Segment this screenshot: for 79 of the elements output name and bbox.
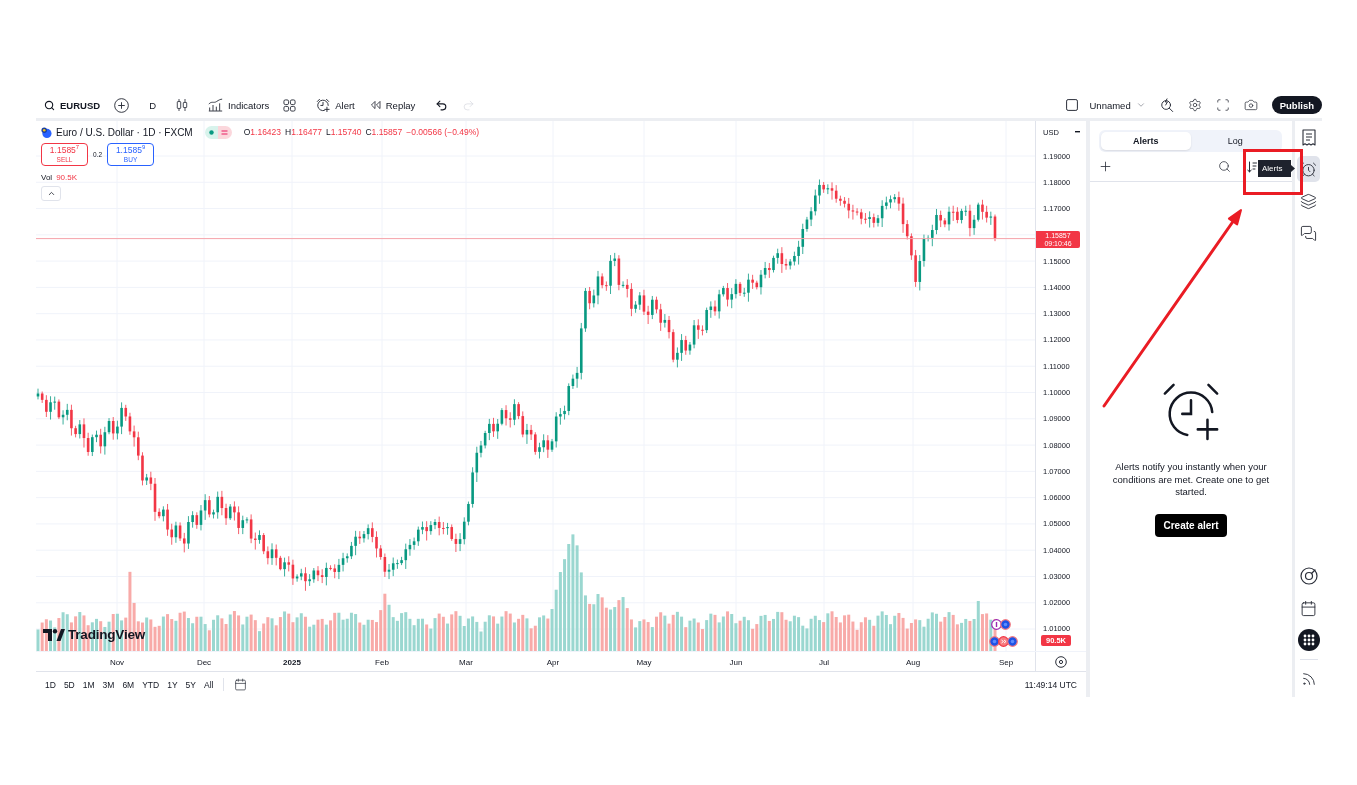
sort-icon [1247, 160, 1257, 173]
time-label: Jun [729, 657, 743, 666]
scale-settings-button[interactable] [1054, 654, 1068, 669]
time-label: Dec [196, 657, 212, 666]
range-button[interactable]: 1Y [165, 677, 180, 692]
chat-bubbles-icon [1300, 224, 1317, 242]
candlesticks-icon [176, 98, 188, 112]
alarm-clock-icon [1300, 160, 1317, 178]
range-button[interactable]: 1M [80, 677, 97, 692]
time-label: May [636, 657, 652, 666]
range-button[interactable]: 5D [61, 677, 77, 692]
symbol-search-button[interactable]: EURUSD [40, 94, 105, 116]
range-button[interactable]: 5Y [183, 677, 198, 692]
tooltip: Alerts [1258, 160, 1295, 177]
alert-button[interactable]: Alert [312, 94, 359, 116]
search-bolt-icon [1159, 98, 1174, 112]
grid-icon [283, 98, 297, 112]
time-label: Nov [109, 657, 125, 666]
products-button[interactable] [1297, 627, 1320, 653]
ohlc-reading: H1.16477 [285, 127, 322, 137]
bar-chart-icon [208, 98, 223, 112]
time-label: Apr [546, 657, 560, 666]
target-icon [1055, 655, 1067, 668]
calendar-icon [1300, 599, 1317, 617]
ohlc-reading: O1.16423 [243, 127, 282, 137]
replay-button[interactable]: Replay [364, 94, 420, 116]
layout-name-button[interactable]: Unnamed [1062, 94, 1150, 116]
indicators-button[interactable]: Indicators [204, 94, 274, 116]
panel-tab[interactable]: Alerts [1101, 132, 1191, 150]
panel-tab[interactable]: Log [1190, 132, 1280, 150]
time-label: Sep [998, 657, 1014, 666]
search-button[interactable] [1217, 159, 1232, 174]
rewind-icon [368, 100, 381, 110]
highlight-frame [1243, 149, 1303, 195]
empty-state-message: Alerts notify you instantly when your conditions are met. Create one to get started. [1111, 461, 1271, 499]
interval-button[interactable]: D [145, 94, 160, 116]
minus-icon [1075, 131, 1080, 133]
camera-icon [1243, 98, 1258, 112]
calendar-icon [234, 678, 248, 691]
layers-icon [1300, 192, 1317, 210]
fullscreen-icon [1215, 98, 1230, 112]
event-marker-icon [1007, 636, 1018, 647]
event-marker-icon [1000, 619, 1011, 630]
list-document-icon [1300, 128, 1317, 146]
time-label: Feb [375, 657, 389, 666]
sort-button[interactable] [1246, 159, 1258, 174]
range-button[interactable]: 1D [43, 677, 58, 692]
symbol-logo-icon [41, 126, 52, 138]
range-button[interactable]: 3M [100, 677, 117, 692]
range-button[interactable]: YTD [140, 677, 162, 692]
ohlc-reading: L1.15740 [325, 127, 362, 137]
search-icon [44, 99, 55, 111]
plus-icon [1098, 159, 1113, 174]
clock-text: 11:49:14 UTC [1024, 679, 1077, 690]
chevron-up-icon [46, 189, 56, 198]
range-button[interactable]: 6M [120, 677, 137, 692]
change-text: −0.00566 (−0.49%) [406, 127, 480, 137]
volume-value: 90.5K [56, 172, 78, 182]
alerts-button[interactable] [1297, 156, 1320, 182]
go-to-date-button[interactable] [223, 678, 248, 691]
settings-icon [1187, 98, 1202, 112]
square-icon [1066, 99, 1079, 111]
time-label: Jul [818, 657, 830, 666]
search-icon [1218, 160, 1231, 173]
plus-circle-icon [114, 97, 130, 113]
time-label: Aug [905, 657, 921, 666]
ohlc-reading: C1.15857 [365, 127, 403, 137]
publish-button[interactable]: Publish [1271, 96, 1322, 114]
caret-icon [1135, 100, 1146, 110]
range-button[interactable]: All [202, 677, 216, 692]
volume-label: Vol [41, 172, 53, 182]
time-label: Mar [459, 657, 473, 666]
add-alert-button[interactable] [1097, 158, 1114, 175]
symbol-title: Euro / U.S. Dollar · 1D · FXCM [56, 126, 193, 138]
alarm-plus-icon [316, 98, 331, 112]
time-label: 2025 [283, 657, 301, 666]
rss-icon [1300, 671, 1317, 687]
create-alert-button[interactable]: Create alert [1155, 513, 1227, 537]
compass-icon [1299, 567, 1318, 585]
